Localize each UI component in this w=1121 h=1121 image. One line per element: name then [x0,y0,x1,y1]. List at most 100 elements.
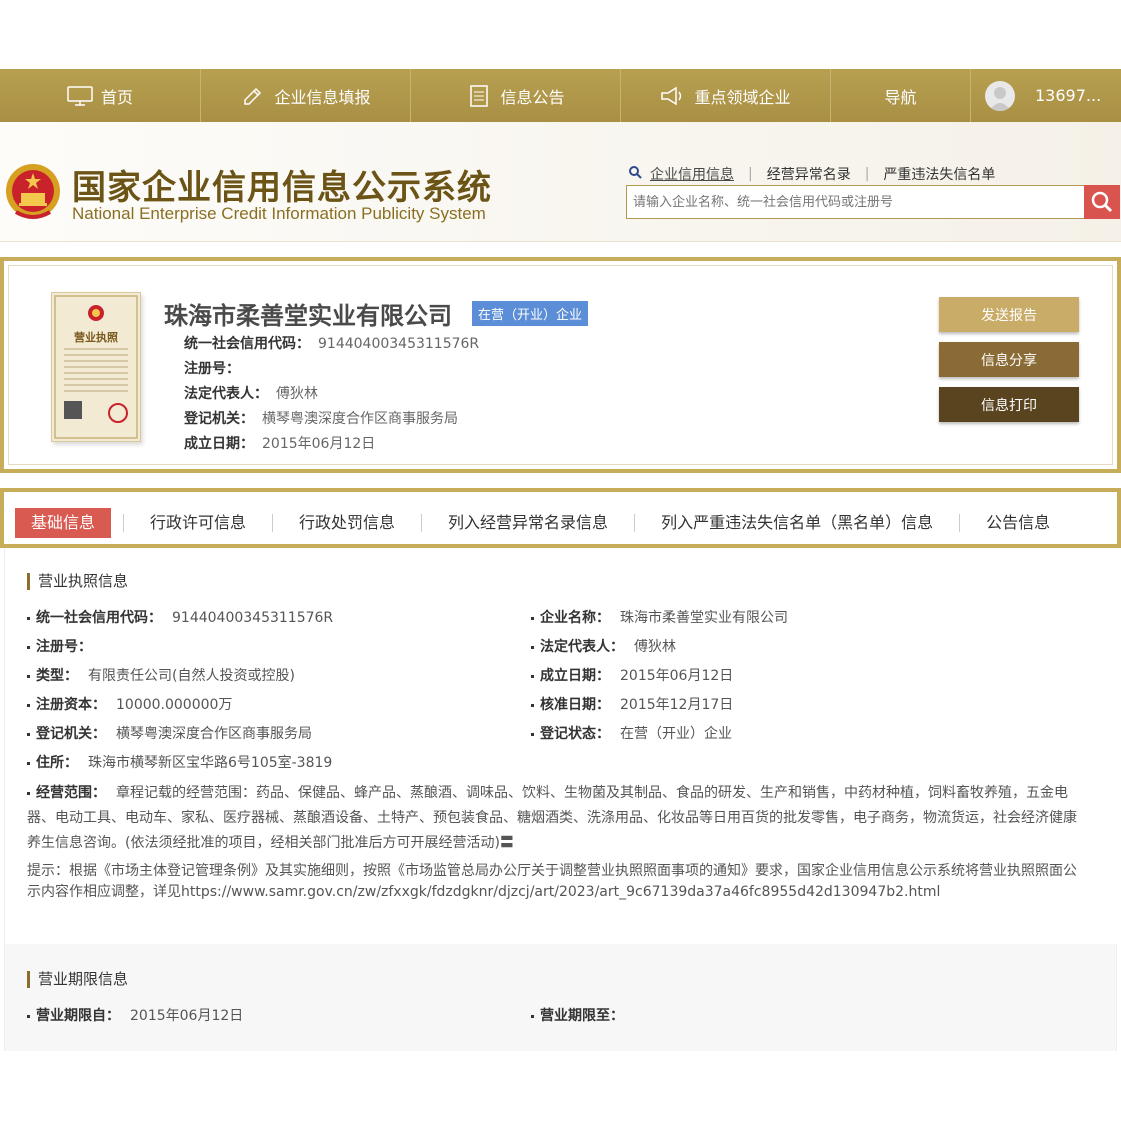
field-value: 2015年06月12日 [620,668,734,684]
field-legal-rep: 法定代表人： 傅狄林 [531,637,676,657]
summary-label: 注册号： [184,361,240,377]
nav-navigation-label: 导航 [884,87,917,107]
field-period-from: 营业期限自： 2015年06月12日 [27,1006,243,1026]
tab-content: 营业执照信息 统一社会信用代码： 91440400345311576R 注册号： … [4,548,1118,1051]
search-link-credit[interactable]: 企业信用信息 [650,164,734,184]
field-reg-no: 注册号： [27,637,102,657]
national-emblem-icon [4,162,62,222]
field-label: 营业期限自： [36,1008,120,1024]
field-label: 核准日期： [540,697,610,713]
field-capital: 注册资本： 10000.000000万 [27,695,232,715]
divider [421,514,423,532]
field-value: 10000.000000万 [116,697,233,713]
search-button[interactable] [1084,185,1120,219]
nav-announcements[interactable]: 信息公告 [411,69,621,122]
summary-row: 注册号： [184,357,479,382]
divider [959,514,961,532]
summary-row: 法定代表人： 傅狄林 [184,382,479,407]
company-summary: 统一社会信用代码： 91440400345311576R 注册号： 法定代表人： 傅… [184,332,479,457]
send-report-button[interactable]: 发送报告 [939,297,1079,332]
field-label: 成立日期： [540,668,610,684]
nav-key-enterprises[interactable]: 重点领域企业 [621,69,831,122]
field-label: 法定代表人： [540,639,624,655]
field-value: 2015年12月17日 [620,697,734,713]
field-address: 住所： 珠海市横琴新区宝华路6号105室-3819 [27,753,332,773]
field-label: 类型： [36,668,78,684]
field-type: 类型： 有限责任公司(自然人投资或控股) [27,666,295,686]
field-reg-status: 登记状态： 在营（开业）企业 [531,724,732,744]
user-menu[interactable]: 13697... [971,69,1101,122]
license-title: 营业执照 [74,331,118,344]
summary-label: 登记机关： [184,411,254,427]
site-header: 国家企业信用信息公示系统 National Enterprise Credit … [0,122,1121,242]
nav-navigation[interactable]: 导航 [831,69,971,122]
field-label: 统一社会信用代码： [36,610,162,626]
search-link-blacklist[interactable]: 严重违法失信名单 [883,164,995,184]
tab-admin-license[interactable]: 行政许可信息 [136,508,260,538]
tab-blacklist[interactable]: 列入严重违法失信名单（黑名单）信息 [647,508,947,538]
company-card: 营业执照 珠海市柔善堂实业有限公司 在营（开业）企业 统一社会信用代码： 9144… [0,257,1121,473]
tab-basic-info[interactable]: 基础信息 [15,508,112,538]
summary-label: 统一社会信用代码： [184,336,310,352]
field-label: 企业名称： [540,610,610,626]
summary-value: 2015年06月12日 [262,436,376,452]
search-type-links: 企业信用信息 | 经营异常名录 | 严重违法失信名单 [628,164,995,184]
summary-label: 成立日期： [184,436,254,452]
field-period-to: 营业期限至： [531,1006,634,1026]
field-established: 成立日期： 2015年06月12日 [531,666,733,686]
field-value: 91440400345311576R [172,610,334,626]
field-value: 在营（开业）企业 [620,726,732,742]
summary-row: 成立日期： 2015年06月12日 [184,432,479,457]
top-nav: 首页 企业信息填报 信息公告 重点领域企业 导航 13697... [0,69,1121,122]
search-input[interactable] [627,186,1083,218]
search-box [626,185,1120,219]
field-value: 珠海市柔善堂实业有限公司 [620,610,788,626]
tab-admin-penalty[interactable]: 行政处罚信息 [285,508,409,538]
field-label: 营业期限至： [540,1008,624,1024]
monitor-icon [67,85,93,107]
search-link-abnormal[interactable]: 经营异常名录 [767,164,851,184]
field-label: 注册号： [36,639,92,655]
summary-row: 登记机关： 横琴粤澳深度合作区商事服务局 [184,407,479,432]
summary-value: 91440400345311576R [318,336,480,352]
user-phone: 13697... [1035,86,1102,105]
nav-key-enterprises-label: 重点领域企业 [694,87,791,107]
tab-abnormal-list[interactable]: 列入经营异常名录信息 [434,508,622,538]
search-icon [1091,191,1113,213]
summary-value: 傅狄林 [276,386,318,402]
nav-home[interactable]: 首页 [0,69,201,122]
field-value: 2015年06月12日 [130,1008,244,1024]
document-icon [466,84,492,107]
summary-row: 统一社会信用代码： 91440400345311576R [184,332,479,357]
field-value: 傅狄林 [634,639,676,655]
field-approved: 核准日期： 2015年12月17日 [531,695,733,715]
nav-enterprise-report-label: 企业信息填报 [274,87,371,107]
field-value: 章程记载的经营范围：药品、保健品、蜂产品、蒸酿酒、调味品、饮料、生物菌及其制品、… [27,785,1077,851]
field-label: 登记状态： [540,726,610,742]
edit-icon [240,85,266,107]
site-title-cn: 国家企业信用信息公示系统 [72,168,492,208]
avatar [985,80,1015,111]
business-license-image[interactable]: 营业执照 [51,292,141,442]
nav-home-label: 首页 [100,87,133,107]
search-icon [628,165,642,183]
field-business-scope: 经营范围： 章程记载的经营范围：药品、保健品、蜂产品、蒸酿酒、调味品、饮料、生物菌… [27,781,1087,856]
field-company-name: 企业名称： 珠海市柔善堂实业有限公司 [531,608,788,628]
field-credit-code: 统一社会信用代码： 91440400345311576R [27,608,333,628]
print-info-button[interactable]: 信息打印 [939,387,1079,422]
field-value: 有限责任公司(自然人投资或控股) [88,668,295,684]
divider: | [864,166,870,182]
divider: | [748,166,753,182]
divider [123,514,125,532]
summary-value: 横琴粤澳深度合作区商事服务局 [262,411,458,427]
section-title: 营业执照信息 [27,573,128,590]
tab-announcements[interactable]: 公告信息 [972,508,1064,538]
summary-label: 法定代表人： [184,386,268,402]
nav-enterprise-report[interactable]: 企业信息填报 [201,69,411,122]
field-value: 珠海市横琴新区宝华路6号105室-3819 [88,755,333,771]
divider [272,514,274,532]
share-info-button[interactable]: 信息分享 [939,342,1079,377]
field-label: 登记机关： [36,726,106,742]
field-label: 住所： [36,755,78,771]
field-label: 注册资本： [36,697,106,713]
